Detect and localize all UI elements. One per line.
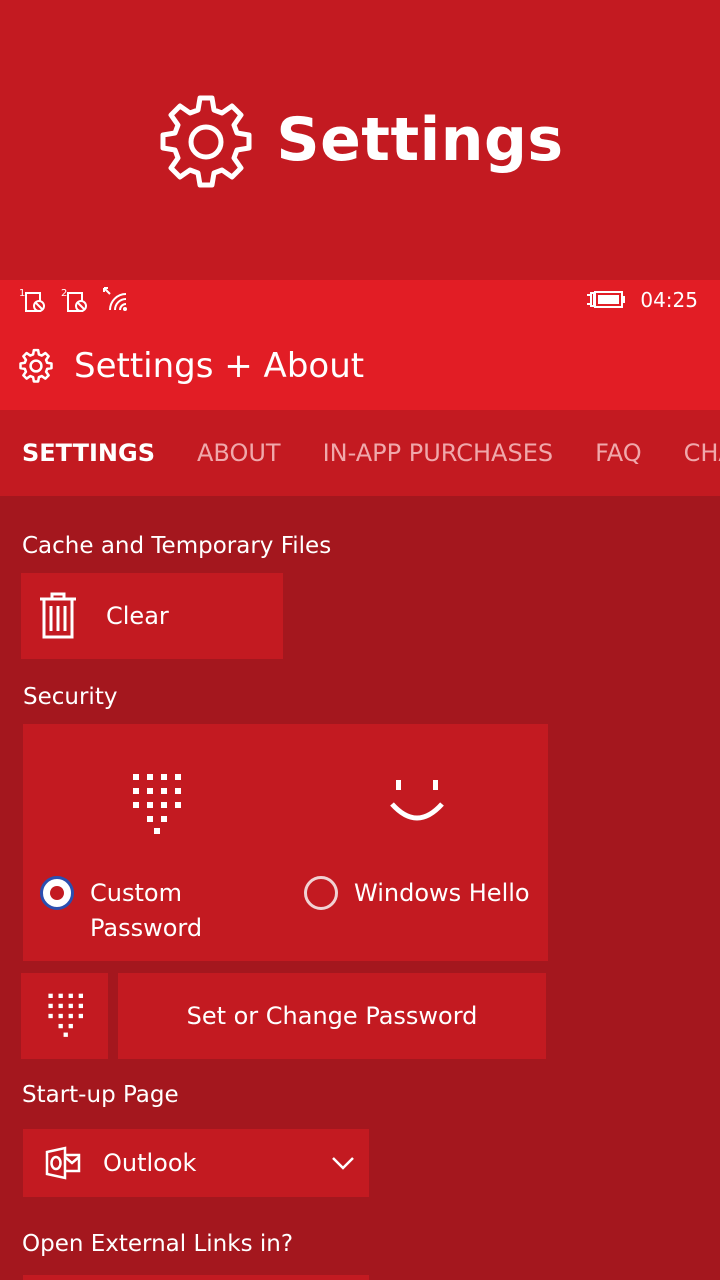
tab-about[interactable]: ABOUT — [197, 439, 281, 467]
cache-heading: Cache and Temporary Files — [22, 533, 332, 559]
tab-changelog[interactable]: CHA — [684, 439, 720, 467]
security-options-panel: Custom Password Windows Hello — [23, 724, 548, 961]
keypad-icon — [47, 993, 83, 1037]
security-heading: Security — [23, 684, 118, 710]
startup-page-dropdown[interactable]: Outlook — [23, 1129, 369, 1197]
page-title: Settings + About — [74, 346, 365, 386]
custom-password-label-line2: Password — [90, 914, 203, 942]
sim2-label: 2 — [61, 288, 67, 299]
windows-hello-option[interactable]: Windows Hello — [304, 876, 530, 911]
sim1-label: 1 — [19, 288, 25, 299]
custom-password-radio[interactable] — [40, 876, 74, 910]
trash-icon — [40, 592, 76, 639]
windows-hello-label: Windows Hello — [354, 879, 530, 907]
custom-password-label-line1: Custom — [90, 879, 182, 907]
battery-charging-icon — [587, 291, 626, 308]
set-change-password-button[interactable]: Set or Change Password — [118, 973, 546, 1059]
gear-icon — [160, 95, 252, 188]
keypad-icon — [133, 774, 181, 834]
outlook-icon — [45, 1146, 81, 1180]
pivot-tabs: SETTINGS ABOUT IN-APP PURCHASES FAQ CHA — [0, 410, 720, 496]
banner-title: Settings — [276, 105, 564, 175]
windows-hello-radio[interactable] — [304, 876, 338, 910]
sim2-no-signal-icon: 2 — [60, 286, 90, 314]
app-title-bar: Settings + About — [0, 322, 720, 410]
windows-hello-face-icon — [390, 780, 444, 821]
tab-settings[interactable]: SETTINGS — [22, 439, 155, 467]
external-links-heading: Open External Links in? — [22, 1231, 294, 1257]
external-links-dropdown[interactable] — [23, 1275, 369, 1280]
clear-cache-button[interactable]: Clear — [21, 573, 283, 659]
custom-password-option[interactable]: Custom Password — [40, 876, 202, 946]
clear-button-label: Clear — [106, 602, 169, 630]
sim1-no-signal-icon: 1 — [18, 286, 48, 314]
chevron-down-icon — [332, 1157, 354, 1170]
tab-in-app-purchases[interactable]: IN-APP PURCHASES — [323, 439, 554, 467]
startup-heading: Start-up Page — [22, 1082, 179, 1108]
keypad-button[interactable] — [21, 973, 108, 1059]
startup-selected-value: Outlook — [103, 1149, 197, 1177]
tab-faq[interactable]: FAQ — [595, 439, 642, 467]
clock: 04:25 — [640, 288, 698, 312]
gear-icon — [19, 348, 53, 383]
wifi-icon — [102, 286, 132, 314]
status-bar: 1 2 04:25 — [0, 280, 720, 322]
promo-banner: Settings — [0, 0, 720, 280]
